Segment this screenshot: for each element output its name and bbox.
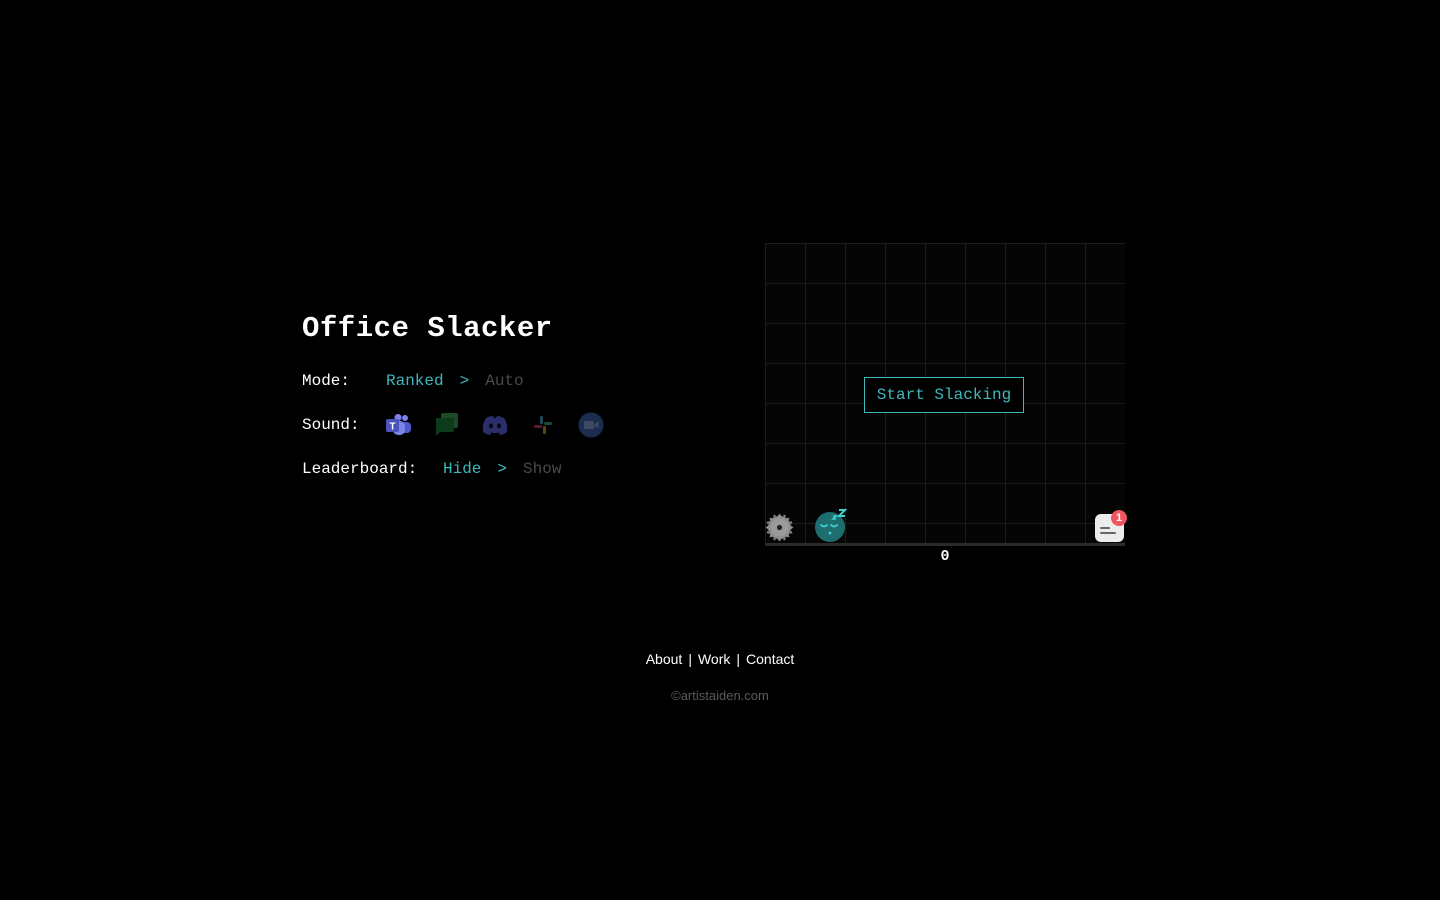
footer-separator: | <box>688 651 692 667</box>
footer-nav: About | Work | Contact <box>0 651 1440 667</box>
google-chat-icon[interactable] <box>434 412 460 438</box>
mode-separator: > <box>459 372 470 390</box>
slack-icon[interactable] <box>530 412 556 438</box>
zoom-icon[interactable] <box>578 412 604 438</box>
score-counter: 0 <box>940 548 950 565</box>
footer-separator: | <box>736 651 741 667</box>
mode-option-row: Mode: Ranked > Auto <box>302 371 524 391</box>
copyright-text: ©artistaiden.com <box>671 688 769 703</box>
leaderboard-hide-option[interactable]: Hide <box>443 459 481 479</box>
discord-icon[interactable] <box>482 412 508 438</box>
leaderboard-separator: > <box>497 460 508 478</box>
mode-auto-option[interactable]: Auto <box>485 371 523 391</box>
footer-link-work[interactable]: Work <box>698 651 730 667</box>
mode-ranked-option[interactable]: Ranked <box>386 371 444 391</box>
sleeping-player-icon <box>814 508 850 542</box>
notification-icon: 1 <box>1094 509 1128 543</box>
notification-badge-count: 1 <box>1115 512 1123 524</box>
page-title: Office Slacker <box>302 312 553 345</box>
leaderboard-show-option[interactable]: Show <box>523 459 561 479</box>
footer-link-about[interactable]: About <box>646 651 683 667</box>
sound-icon-list: T <box>386 412 626 438</box>
svg-text:T: T <box>389 422 395 433</box>
teams-icon[interactable]: T <box>386 412 412 438</box>
leaderboard-option-row: Leaderboard: Hide > Show <box>302 459 561 479</box>
game-floor <box>765 543 1125 546</box>
sound-label: Sound: <box>302 416 360 434</box>
leaderboard-label: Leaderboard: <box>302 460 418 478</box>
mode-label: Mode: <box>302 372 351 390</box>
sound-option-row: Sound: T <box>302 412 626 438</box>
footer-link-contact[interactable]: Contact <box>746 651 794 667</box>
saw-blade-icon <box>765 513 794 542</box>
start-slacking-button[interactable]: Start Slacking <box>864 377 1024 413</box>
